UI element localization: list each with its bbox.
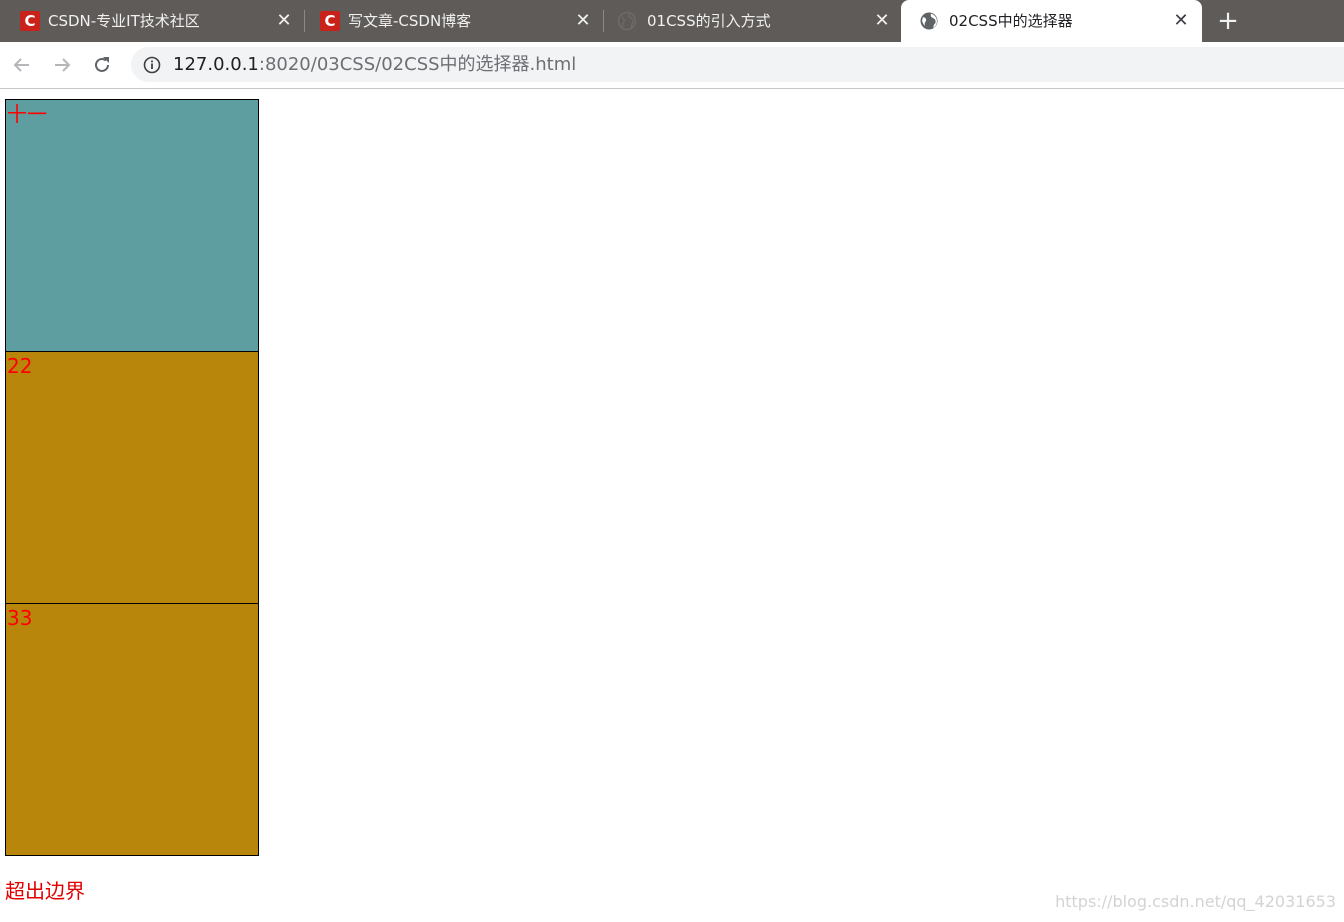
globe-icon (920, 12, 938, 30)
tab-title: 01CSS的引入方式 (647, 12, 771, 30)
tab-css-selectors[interactable]: 02CSS中的选择器 ✕ (901, 0, 1202, 42)
tab-csdn-write[interactable]: C 写文章-CSDN博客 ✕ (300, 0, 603, 42)
box-one: 十一 (5, 99, 259, 352)
new-tab-button[interactable]: + (1214, 8, 1242, 34)
url-host: 127.0.0.1 (173, 54, 259, 75)
reload-icon[interactable] (90, 53, 114, 77)
address-bar[interactable]: 127.0.0.1:8020/03CSS/02CSS中的选择器.html (131, 47, 1344, 82)
url-path: :8020/03CSS/02CSS中的选择器.html (258, 54, 577, 75)
info-icon[interactable] (143, 56, 161, 74)
box-three: 33 (5, 603, 259, 856)
back-arrow-icon[interactable] (10, 53, 34, 77)
close-icon[interactable]: ✕ (1171, 11, 1191, 31)
watermark: https://blog.csdn.net/qq_42031653 (1055, 892, 1336, 911)
close-icon[interactable]: ✕ (274, 11, 294, 31)
globe-icon (617, 11, 637, 31)
box-two: 22 (5, 351, 259, 604)
tab-css-import[interactable]: 01CSS的引入方式 ✕ (599, 0, 901, 42)
browser-toolbar: 127.0.0.1:8020/03CSS/02CSS中的选择器.html (0, 42, 1344, 89)
tab-strip: C CSDN-专业IT技术社区 ✕ C 写文章-CSDN博客 ✕ 01CSS的引… (0, 0, 1344, 42)
box-label: 33 (7, 606, 33, 630)
overflow-text: 超出边界 (5, 879, 85, 903)
tab-title: CSDN-专业IT技术社区 (48, 12, 200, 30)
page-content: 十一 22 33 超出边界 https://blog.csdn.net/qq_4… (0, 89, 1344, 922)
forward-arrow-icon[interactable] (50, 53, 74, 77)
close-icon[interactable]: ✕ (573, 11, 593, 31)
close-icon[interactable]: ✕ (872, 11, 892, 31)
url-text: 127.0.0.1:8020/03CSS/02CSS中的选择器.html (173, 47, 576, 82)
box-label: 22 (7, 354, 33, 378)
box-label: 十一 (7, 102, 47, 126)
tab-title: 写文章-CSDN博客 (348, 12, 472, 30)
tab-title: 02CSS中的选择器 (949, 12, 1073, 30)
tab-csdn-home[interactable]: C CSDN-专业IT技术社区 ✕ (0, 0, 304, 42)
csdn-logo-icon: C (20, 11, 40, 31)
csdn-logo-icon: C (320, 11, 340, 31)
